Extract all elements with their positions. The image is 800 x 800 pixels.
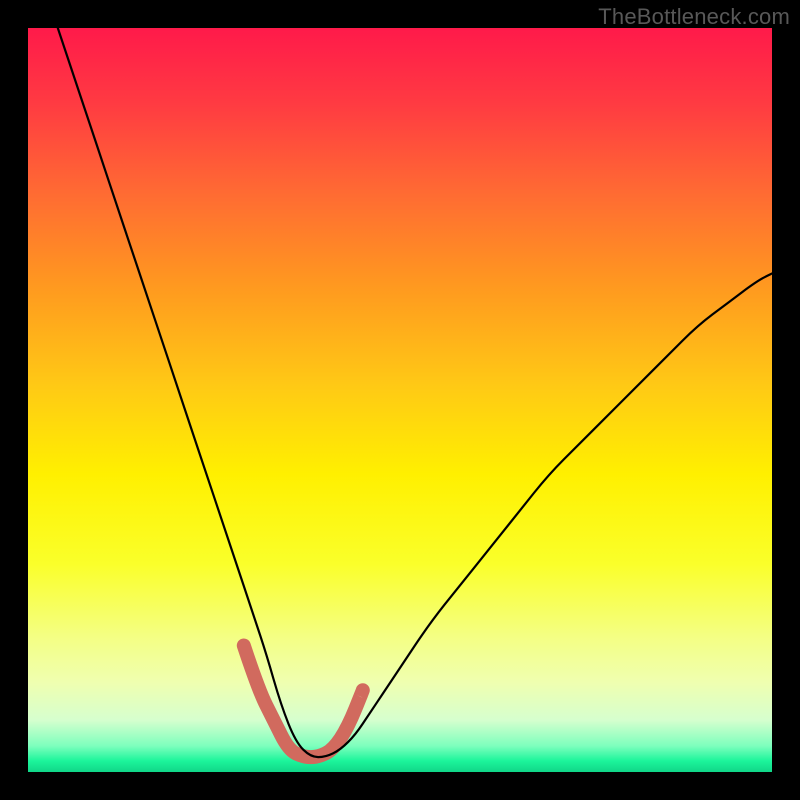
bottleneck-curve — [58, 28, 772, 757]
outer-frame: TheBottleneck.com — [0, 0, 800, 800]
watermark-text: TheBottleneck.com — [598, 4, 790, 30]
curve-layer — [28, 28, 772, 772]
plot-area — [28, 28, 772, 772]
bottom-overlay-stroke — [244, 646, 363, 758]
